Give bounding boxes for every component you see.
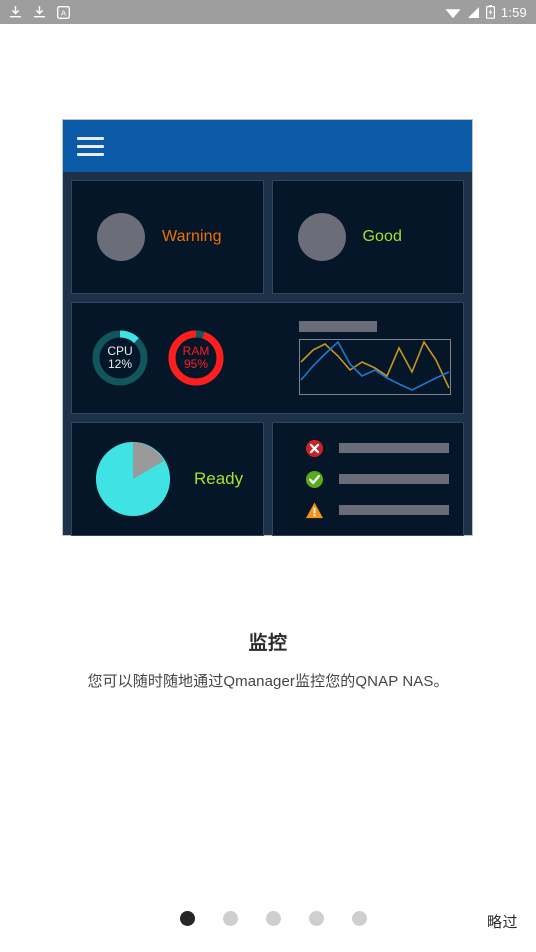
line-chart xyxy=(300,340,450,391)
status-tile-label: Warning xyxy=(162,228,222,245)
hamburger-menu-icon[interactable] xyxy=(77,136,104,156)
onboarding-caption: 监控 您可以随时随地通过Qmanager监控您的QNAP NAS。 xyxy=(0,628,536,691)
volume-status-tile[interactable]: Ready xyxy=(71,422,264,536)
gauge-group: CPU 12% RAM 95% xyxy=(90,328,226,388)
cellular-signal-icon xyxy=(467,6,479,18)
page-subtitle: 您可以随时随地通过Qmanager监控您的QNAP NAS。 xyxy=(87,673,449,690)
volume-status-label: Ready xyxy=(194,469,244,488)
status-bar-left-icons: A xyxy=(9,5,70,19)
battery-icon xyxy=(485,5,495,19)
cpu-gauge: CPU 12% xyxy=(90,328,150,388)
status-tile-warning[interactable]: Warning xyxy=(71,180,264,294)
chart-caption-placeholder xyxy=(299,321,377,332)
list-item-placeholder-bar xyxy=(338,443,449,453)
list-item[interactable] xyxy=(305,439,464,458)
status-bar: A 1:59 xyxy=(0,0,536,24)
pagination-dot-5[interactable] xyxy=(352,911,367,926)
resource-row: CPU 12% RAM 95% xyxy=(71,302,464,414)
page-title: 监控 xyxy=(248,633,288,654)
status-tile-good[interactable]: Good xyxy=(271,180,464,294)
skip-button[interactable]: 略过 xyxy=(487,911,518,932)
chart-series-blue xyxy=(300,340,450,391)
error-circle-icon xyxy=(305,439,323,457)
pagination-dot-2[interactable] xyxy=(223,911,238,926)
preview-app-bar xyxy=(63,120,472,172)
pie-chart xyxy=(95,441,171,517)
chart-frame xyxy=(299,339,451,395)
event-list-tile[interactable] xyxy=(271,422,464,536)
list-item[interactable] xyxy=(305,470,464,489)
pagination-dots xyxy=(180,911,367,926)
app-preview-card: Warning Good CPU 12% RAM 95% Ready xyxy=(62,119,473,536)
wifi-icon xyxy=(445,8,461,18)
download-icon xyxy=(10,6,21,18)
download-icon xyxy=(34,6,45,18)
warning-triangle-icon xyxy=(305,502,323,518)
resource-panel[interactable]: CPU 12% RAM 95% xyxy=(71,302,464,414)
pagination-dot-1[interactable] xyxy=(180,911,195,926)
status-indicator-circle xyxy=(97,213,145,261)
status-tile-label: Good xyxy=(362,228,403,245)
status-bar-clock: 1:59 xyxy=(500,4,527,20)
letter-a-badge-icon: A xyxy=(57,5,70,19)
pagination-dot-3[interactable] xyxy=(266,911,281,926)
ram-gauge-value: 95% xyxy=(183,357,209,371)
status-tiles-row: Warning Good xyxy=(71,180,464,294)
chart-series-orange xyxy=(300,340,450,389)
cpu-gauge-value: 12% xyxy=(107,357,133,371)
status-bar-right-icons: 1:59 xyxy=(445,5,527,20)
success-circle-icon xyxy=(305,470,323,488)
preview-dashboard: Warning Good CPU 12% RAM 95% Ready xyxy=(63,172,472,544)
list-item-placeholder-bar xyxy=(338,474,449,484)
pagination-dot-4[interactable] xyxy=(309,911,324,926)
list-item[interactable] xyxy=(305,501,464,520)
list-item-placeholder-bar xyxy=(338,505,449,515)
ram-gauge: RAM 95% xyxy=(166,328,226,388)
svg-text:A: A xyxy=(61,8,67,17)
traffic-chart-widget xyxy=(299,321,451,395)
summary-row: Ready xyxy=(71,422,464,536)
status-indicator-circle xyxy=(297,213,346,261)
